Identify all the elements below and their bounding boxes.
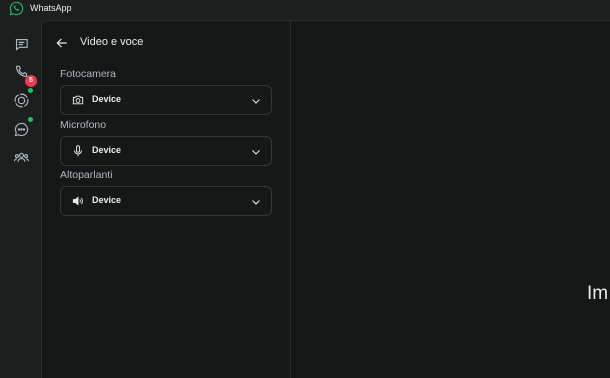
back-arrow-icon[interactable] — [55, 36, 69, 50]
page-title: Video e voce — [80, 36, 144, 48]
nav-rail: 5 — [0, 20, 42, 378]
speaker-value: Device — [92, 195, 122, 205]
app-title: WhatsApp — [30, 3, 72, 13]
chevron-down-icon — [252, 150, 260, 155]
microphone-value: Device — [92, 145, 122, 155]
main-area: Im — [291, 20, 610, 378]
rail-chats-button[interactable] — [8, 32, 34, 56]
camera-icon — [72, 95, 84, 105]
rail-communities-button[interactable] — [8, 145, 34, 169]
speaker-label: Altoparlanti — [60, 169, 113, 181]
status-unread-dot — [28, 88, 33, 93]
chevron-down-icon — [252, 99, 260, 104]
communities-icon — [13, 152, 29, 162]
speaker-icon — [72, 196, 83, 206]
calls-badge: 5 — [25, 75, 37, 87]
chevron-down-icon — [252, 200, 260, 205]
settings-panel: Video e voce Fotocamera Device Microfono… — [42, 20, 291, 378]
main-placeholder-text: Im — [587, 283, 609, 304]
title-bar: WhatsApp — [0, 0, 610, 20]
microphone-icon — [74, 145, 82, 157]
speaker-select[interactable]: Device — [60, 186, 272, 216]
camera-value: Device — [92, 94, 122, 104]
camera-select[interactable]: Device — [60, 85, 272, 115]
status-icon — [14, 93, 28, 107]
camera-label: Fotocamera — [60, 68, 117, 80]
channels-icon — [14, 122, 28, 136]
channels-unread-dot — [28, 117, 33, 122]
microphone-label: Microfono — [60, 119, 107, 131]
chats-icon — [15, 38, 28, 51]
whatsapp-logo-icon — [9, 1, 24, 16]
microphone-select[interactable]: Device — [60, 136, 272, 166]
